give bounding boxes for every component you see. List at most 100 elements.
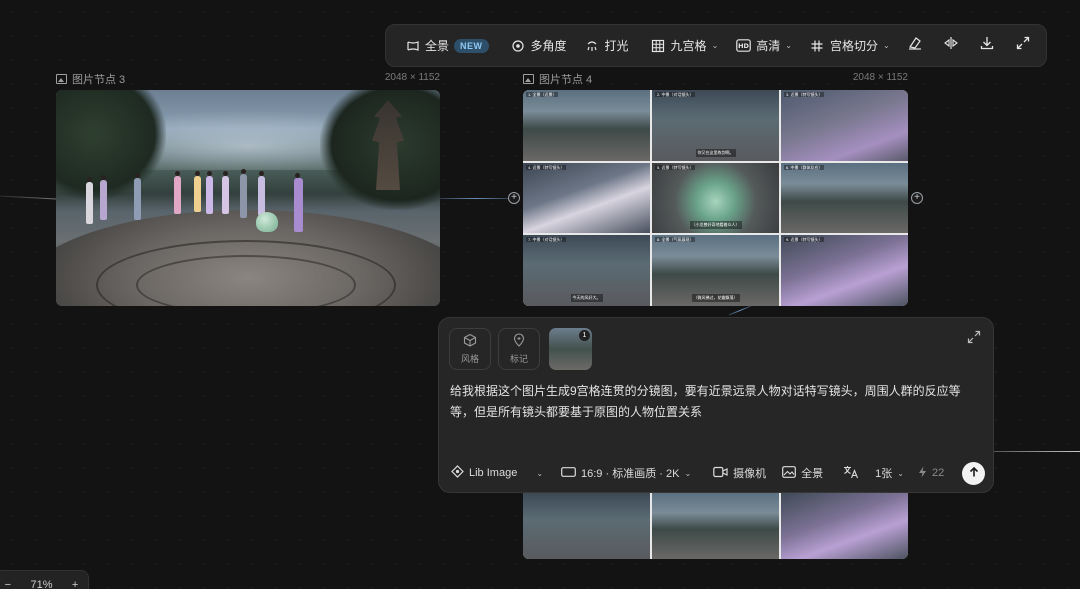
scene-figure	[174, 171, 181, 214]
ratio-label: 16:9 · 标准画质 · 2K	[581, 468, 680, 480]
chevron-down-icon: ⌄	[785, 41, 792, 50]
scene-ring	[136, 255, 356, 306]
fullscreen-button[interactable]	[1007, 32, 1039, 60]
node3-title: 图片节点 3	[72, 74, 126, 86]
chevron-down-icon: ⌄	[711, 41, 719, 50]
panorama-button[interactable]: 全景 NEW	[396, 32, 498, 60]
svg-text:HD: HD	[738, 42, 749, 50]
scene-figure	[134, 173, 141, 220]
node4-dimensions: 2048 × 1152	[852, 72, 908, 83]
storyboard-panel: 7. 中景（对话镜头） 今天的风好大。	[523, 235, 650, 306]
translate-icon	[843, 465, 859, 482]
expand-panel-button[interactable]	[967, 330, 981, 344]
panorama-label: 全景	[425, 39, 450, 53]
storyboard-panel: 5. 近景（特写镜头） （小龙兽好奇地看着众人）	[652, 162, 779, 234]
storyboard-panel	[523, 493, 650, 559]
node4-image[interactable]: 1. 全景（近景） 2. 中景（对话镜头） 你又在这里练剑啊。 3. 近景（特写…	[523, 90, 908, 306]
scene-figure	[222, 171, 229, 214]
cube-icon	[463, 333, 477, 349]
nine-grid-label: 九宫格	[670, 39, 707, 53]
connector-4-to-panel	[728, 305, 752, 316]
ratio-quality-select[interactable]: 16:9 · 标准画质 · 2K ⌄	[561, 465, 691, 481]
panel-caption: 5. 近景（特写镜头）	[655, 164, 696, 170]
panel-caption: 9. 近景（特写镜头）	[784, 237, 825, 243]
panel-subtitle: 你又在这里练剑啊。	[695, 148, 736, 157]
scene-figure	[100, 175, 107, 220]
new-badge: NEW	[454, 38, 489, 53]
storyboard-panel: 8. 全景（气氛展现） （微风拂过，花瓣飘落）	[652, 235, 779, 306]
aspect-ratio-icon	[561, 466, 576, 480]
model-select[interactable]: Lib Image ⌄	[451, 465, 543, 481]
style-chip[interactable]: 风格	[449, 328, 491, 370]
scene-figure	[258, 171, 265, 216]
translate-button[interactable]	[843, 465, 859, 482]
grid-split-button[interactable]: 宫格切分 ⌄	[801, 32, 899, 60]
storyboard-panel: 1. 全景（近景）	[523, 90, 650, 161]
scene-figure	[206, 171, 213, 214]
download-button[interactable]	[971, 32, 1003, 60]
generation-panel: 风格 标记 1 给我根据这个图片生成9宫格连贯的分镜图，要有近景远景人物对话特写…	[438, 317, 994, 493]
rotate-camera-icon	[511, 38, 526, 53]
chevron-down-icon: ⌄	[536, 468, 544, 478]
panorama-option-label: 全景	[801, 468, 824, 480]
panel-caption: 3. 近景（特写镜头）	[784, 92, 825, 97]
style-chip-label: 风格	[460, 354, 479, 364]
storyboard-panel	[652, 493, 779, 559]
lighting-button[interactable]: 打光	[576, 32, 638, 60]
prompt-input[interactable]: 给我根据这个图片生成9宫格连贯的分镜图，要有近景远景人物对话特写镜头，周围人群的…	[450, 381, 980, 423]
send-button[interactable]	[962, 462, 985, 485]
node3-header: 图片节点 3	[56, 71, 125, 87]
model-label: Lib Image	[469, 467, 518, 479]
panel-caption: 1. 全景（近景）	[526, 92, 559, 97]
panel-subtitle: （小龙兽好奇地看着众人）	[689, 221, 742, 230]
storyboard-panel: 4. 近景（特写镜头）	[523, 162, 650, 234]
storyboard-panel: 6. 中景（群体反应）	[781, 162, 908, 234]
hash-icon	[810, 38, 825, 53]
connector-right	[994, 451, 1080, 452]
panel-caption: 2. 中景（对话镜头）	[655, 92, 696, 97]
nine-grid-button[interactable]: 九宫格 ⌄	[642, 32, 728, 60]
node3-image[interactable]	[56, 90, 440, 306]
expand-icon	[1015, 35, 1031, 56]
hd-label: 高清	[756, 39, 781, 53]
zoom-in-button[interactable]: +	[72, 579, 78, 589]
zoom-level: 71%	[30, 579, 53, 589]
storyboard-panel: 3. 近景（特写镜头）	[781, 90, 908, 161]
multi-angle-button[interactable]: 多角度	[502, 32, 576, 60]
storyboard-panel: 9. 近景（特写镜头）	[781, 235, 908, 306]
zoom-out-button[interactable]: −	[5, 579, 11, 589]
camera-icon	[713, 466, 728, 481]
generation-options: Lib Image ⌄ 16:9 · 标准画质 · 2K ⌄ 摄像机 全景 1张…	[451, 461, 986, 485]
credits-value: 22	[931, 467, 945, 479]
multi-angle-label: 多角度	[530, 39, 567, 53]
erase-button[interactable]	[899, 32, 931, 60]
lighting-label: 打光	[604, 39, 629, 53]
scene-figure	[294, 173, 303, 232]
panel-caption: 7. 中景（对话镜头）	[526, 237, 567, 243]
image-count-select[interactable]: 1张 ⌄	[875, 465, 904, 481]
panel-caption: 4. 近景（特写镜头）	[526, 164, 567, 170]
panel-caption: 8. 全景（气氛展现）	[655, 237, 696, 243]
thumbnail-count-badge: 1	[579, 330, 590, 341]
zoom-control: − 71% +	[0, 570, 89, 589]
hd-button[interactable]: HD 高清 ⌄	[727, 32, 801, 60]
camera-button[interactable]: 摄像机	[713, 465, 766, 481]
reference-thumbnail[interactable]: 1	[549, 328, 592, 370]
chevron-down-icon: ⌄	[684, 468, 692, 478]
connector-3-to-4	[440, 198, 512, 199]
scene-figure	[240, 169, 247, 218]
arrow-up-icon	[968, 465, 980, 483]
add-port-node3[interactable]: +	[508, 192, 520, 204]
mark-chip[interactable]: 标记	[498, 328, 540, 370]
mark-chip-label: 标记	[509, 354, 528, 364]
image-toolbar: 全景 NEW 多角度 打光 九宫格 ⌄ HD 高清 ⌄ 宫格切分 ⌄	[385, 24, 1047, 67]
eraser-icon	[907, 35, 923, 56]
add-port-node4[interactable]: +	[911, 192, 923, 204]
chevron-down-icon: ⌄	[897, 468, 904, 478]
pin-icon	[512, 333, 526, 349]
flip-icon	[943, 35, 959, 56]
storyboard-panel: 2. 中景（对话镜头） 你又在这里练剑啊。	[652, 90, 779, 161]
node4-title: 图片节点 4	[539, 74, 593, 86]
flip-button[interactable]	[935, 32, 967, 60]
panorama-option-button[interactable]: 全景	[782, 465, 823, 481]
